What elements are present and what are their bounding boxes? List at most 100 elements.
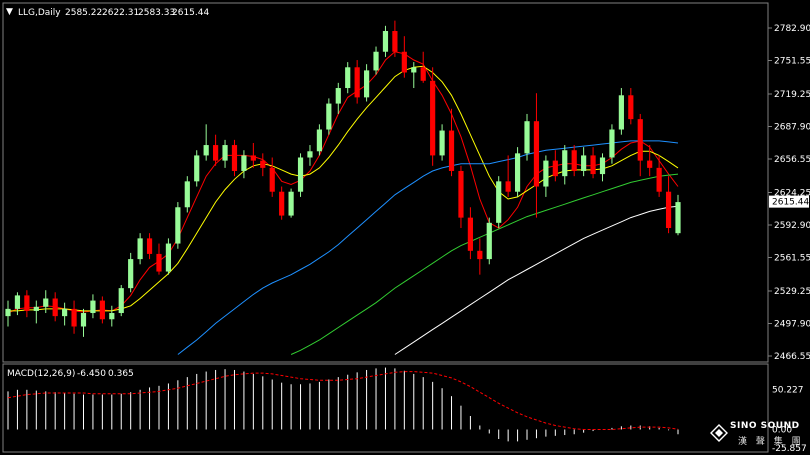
candle	[637, 113, 643, 177]
sino-sound-logo-icon	[710, 424, 728, 442]
candle-body	[609, 129, 615, 158]
candle-body	[458, 170, 464, 218]
candle	[250, 142, 256, 168]
candle	[52, 292, 58, 322]
candle-body	[24, 295, 30, 311]
axis-label: 2466.55	[774, 352, 810, 362]
candle-body	[524, 121, 530, 154]
candle	[316, 124, 323, 156]
candle-body	[382, 31, 389, 52]
candle-body	[175, 207, 181, 244]
candle	[222, 139, 228, 168]
candle-body	[401, 51, 407, 73]
candle	[543, 155, 549, 197]
candle	[628, 88, 634, 125]
candle-body	[297, 157, 304, 192]
candle	[80, 308, 87, 337]
candle-body	[420, 67, 426, 81]
candle-body	[411, 67, 417, 73]
candle	[675, 194, 681, 236]
candle	[43, 290, 49, 314]
candle	[279, 186, 285, 220]
candle-body	[137, 238, 143, 260]
candle-body	[269, 167, 275, 192]
candle	[156, 243, 162, 275]
candle-body	[477, 250, 483, 260]
candle	[392, 20, 398, 57]
macd-main-value: -6.450	[77, 369, 106, 379]
candle	[137, 233, 143, 265]
candle	[335, 82, 341, 114]
candle	[505, 155, 511, 197]
candle	[467, 207, 473, 260]
candle	[241, 150, 247, 179]
candle	[363, 64, 370, 102]
candle	[269, 157, 275, 197]
candle	[354, 60, 360, 104]
candle	[618, 88, 624, 135]
candle-body	[241, 155, 247, 171]
axis-label: 2656.55	[774, 155, 810, 165]
candle	[175, 202, 181, 249]
high-value: 2622.31	[102, 8, 139, 18]
candle	[118, 285, 124, 317]
candle-body	[156, 253, 162, 272]
brand-name-chinese: 漢 聲 集 團	[738, 437, 804, 447]
candle-body	[118, 288, 124, 314]
candle	[90, 294, 96, 319]
candle-body	[599, 157, 606, 175]
candle-body	[486, 222, 492, 260]
candle	[213, 134, 219, 166]
chart-dropdown-icon[interactable]: ▼	[6, 7, 13, 17]
candle-body	[628, 95, 634, 120]
candle-body	[71, 308, 77, 327]
candle-body	[675, 202, 681, 234]
price-axis: 2782.902751.552719.252687.902656.552624.…	[768, 24, 810, 362]
axis-label: 2561.55	[774, 254, 810, 264]
candle	[533, 93, 540, 218]
ma-line-1	[8, 65, 679, 312]
current-price-label: 2615.44	[772, 198, 809, 208]
candlesticks	[5, 20, 681, 337]
axis-label: 2687.90	[774, 122, 810, 132]
candle-body	[146, 238, 153, 254]
candle-body	[533, 121, 540, 187]
brand-watermark: SINO SOUND 漢 聲 集 團	[708, 418, 808, 452]
candle-body	[288, 191, 294, 216]
candle-body	[52, 298, 58, 317]
chart-frame: 2782.902751.552719.252687.902656.552624.…	[2, 2, 810, 454]
candle-body	[194, 155, 200, 182]
candle	[194, 150, 200, 187]
candle	[33, 300, 39, 324]
candle-body	[430, 80, 436, 156]
axis-label: 2592.90	[774, 221, 810, 231]
low-value: 2583.33	[138, 8, 175, 18]
candle	[411, 62, 417, 89]
candle	[562, 145, 568, 185]
candle	[231, 139, 238, 177]
candle-body	[354, 67, 360, 98]
candle	[581, 147, 587, 177]
candle	[571, 145, 577, 177]
candle-body	[260, 160, 266, 168]
candle-body	[5, 308, 11, 317]
candle-body	[90, 300, 96, 314]
candle	[420, 51, 426, 83]
candle	[496, 176, 502, 229]
axis-label: 2751.55	[774, 57, 810, 67]
candle-body	[43, 298, 49, 307]
candle	[514, 147, 521, 197]
candle-body	[496, 181, 502, 223]
candle-body	[184, 181, 190, 208]
candle-body	[392, 31, 398, 52]
candle	[128, 252, 134, 293]
candle-body	[213, 145, 219, 161]
candle	[99, 296, 105, 324]
candle-body	[99, 300, 105, 320]
candle	[382, 25, 389, 57]
candle-body	[279, 191, 285, 216]
candle	[307, 145, 313, 166]
candle	[146, 233, 153, 260]
candle	[373, 46, 379, 75]
candle-body	[250, 155, 256, 161]
